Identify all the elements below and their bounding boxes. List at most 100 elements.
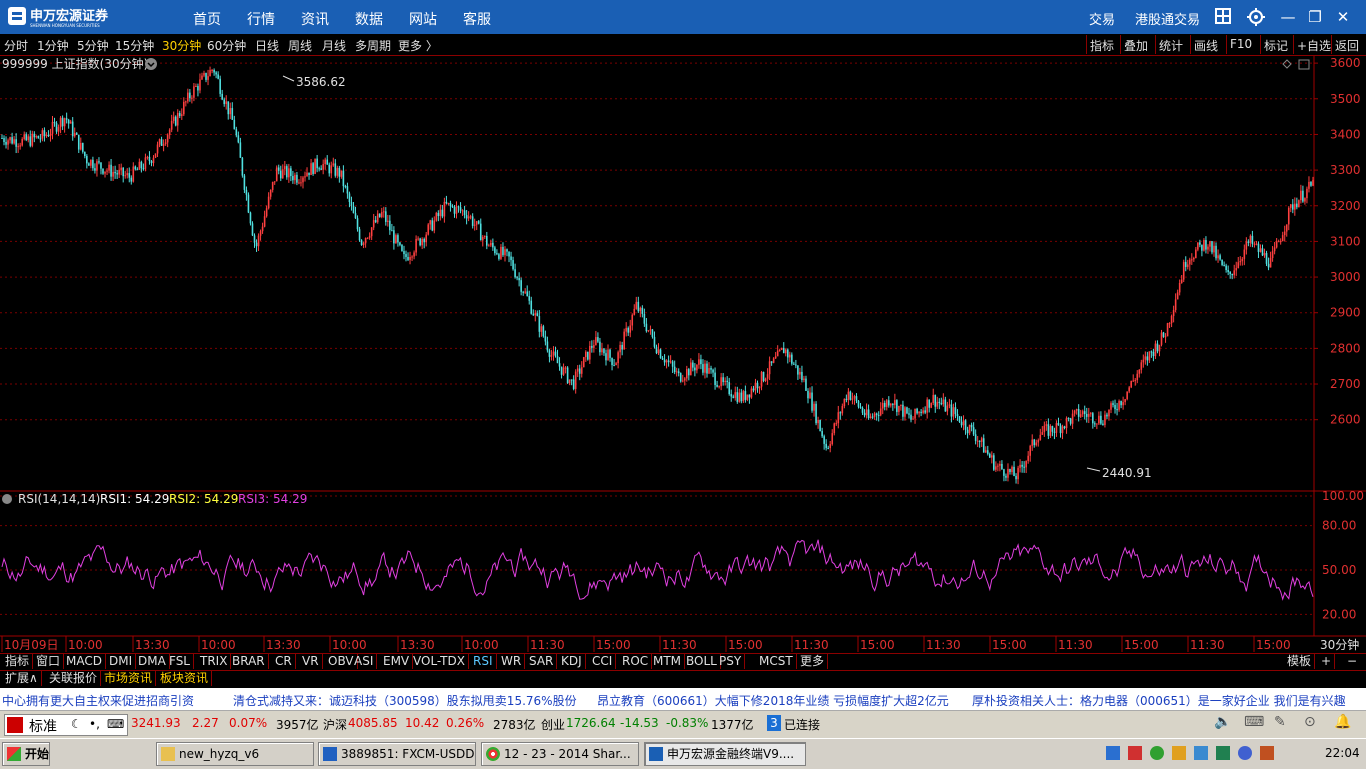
start-button[interactable]: 开始 [2,742,50,766]
candle-body [514,269,516,278]
tray-app-icons[interactable] [1106,746,1274,760]
indicator-tab[interactable]: MACD [63,653,106,669]
tool-button[interactable]: 画线 [1194,37,1218,54]
tool-button[interactable]: 指标 [1090,37,1114,54]
candle-body [116,173,118,175]
period-tab[interactable]: 更多 〉 [398,37,438,54]
extension-tab[interactable]: 板块资讯 [157,670,213,686]
period-tab[interactable]: 1分钟 [37,37,69,54]
indicator-tab[interactable]: EMV [380,653,414,669]
speaker-icon[interactable]: 🔈 [1214,714,1231,730]
indicator-tab[interactable]: CR [272,653,296,669]
task-browser[interactable]: 12 - 23 - 2014 Shar... [481,742,639,766]
indicator-tab[interactable]: RSI [470,653,497,669]
indicator-tab[interactable]: BRAR [229,653,269,669]
indicator-tab[interactable]: MCST [756,653,797,669]
period-tab[interactable]: 日线 [255,37,279,54]
time-tick-label: 15:00 [860,638,895,652]
mode-box[interactable]: 标准 ☾ •, ⌨ [4,714,128,736]
indicator-tab[interactable]: SAR [526,653,558,669]
chart-area[interactable]: 3600 3500 3400 3300 3200 3100 3000 2900 2800 2700… [0,56,1366,653]
indicator-tab[interactable]: 更多 [797,653,829,669]
nav-news[interactable]: 资讯 [301,9,329,29]
candle-body [508,251,510,257]
nav-data[interactable]: 数据 [355,9,383,29]
indicator-tab[interactable]: ASI [351,653,378,669]
news-item[interactable]: 昂立教育（600661）大幅下修2018年业绩 亏损幅度扩大超2亿元 [597,692,949,709]
rsi-menu-icon[interactable] [2,494,12,504]
period-tab[interactable]: 分时 [4,37,28,54]
tool-button[interactable]: +自选 [1297,37,1331,54]
period-tab[interactable]: 30分钟 [162,37,201,54]
maximize-button[interactable]: ❐ [1305,7,1325,27]
extension-tab[interactable]: 市场资讯 [101,670,157,686]
close-button[interactable]: ✕ [1333,7,1353,27]
news-item[interactable]: 厚朴投资相关人士：格力电器（000651）是一家好企业 我们是有兴趣 [972,692,1346,709]
indicator-tab[interactable]: ROC [619,653,653,669]
period-tab[interactable]: 周线 [288,37,312,54]
period-tab[interactable]: 多周期 [355,37,391,54]
remove-pane-button[interactable]: − [1344,653,1360,669]
indicator-tab[interactable]: TRIX [197,653,232,669]
indicator-tab[interactable]: DMI [106,653,137,669]
candle-body [552,351,555,356]
layout-button[interactable] [1213,7,1233,27]
period-tab[interactable]: 月线 [322,37,346,54]
candle-body [148,156,151,162]
bell-icon[interactable]: 🔔 [1334,714,1351,730]
diamond-icon[interactable] [1282,59,1292,69]
indicator-tab[interactable]: MTM [650,653,686,669]
add-pane-button[interactable]: + [1318,653,1336,669]
indicator-tab[interactable]: WR [498,653,526,669]
task-folder[interactable]: new_hyzq_v6 [156,742,314,766]
lock-icon[interactable]: ⊙ [1304,714,1316,730]
indicator-tab[interactable]: KDJ [558,653,586,669]
candle-body [1055,423,1058,433]
task-terminal[interactable]: 申万宏源金融终端V9.... [644,742,806,766]
extension-tab[interactable]: 关联报价 [46,670,102,686]
candle-body [554,351,557,357]
task-fxcm[interactable]: 3889851: FXCM-USDDe... [318,742,476,766]
period-tab[interactable]: 60分钟 [207,37,246,54]
indicator-tab[interactable]: VOL-TDX [410,653,469,669]
template-button[interactable]: 模板 [1284,653,1316,669]
tool-button[interactable]: 返回 [1335,37,1359,54]
tool-button[interactable]: 标记 [1264,37,1288,54]
news-item[interactable]: 中心拥有更大自主权来促进招商引资 [2,692,194,709]
stock-menu-icon[interactable] [145,58,157,70]
candle-body [566,367,569,383]
keyboard-status-icon[interactable]: ⌨ [1244,714,1264,730]
tool-button[interactable]: 叠加 [1124,37,1148,54]
period-tab[interactable]: 15分钟 [115,37,154,54]
indicator-tab[interactable]: 窗口 [33,653,65,669]
indicator-tab[interactable]: 指标 [2,653,34,669]
indicator-tab[interactable]: PSY [716,653,746,669]
brand-logo[interactable]: 申万宏源证券 SHENWAN HONGYUAN SECURITIES [8,6,126,28]
indicator-tab[interactable]: DMA [135,653,170,669]
nav-service[interactable]: 客服 [463,9,491,29]
candle-body [1178,283,1181,293]
edit-icon[interactable]: ✎ [1274,714,1286,730]
indicator-tab[interactable]: CCI [589,653,617,669]
trade-link[interactable]: 交易 [1089,9,1115,28]
candle-body [201,75,203,80]
nav-website[interactable]: 网站 [409,9,437,29]
panel-icon[interactable] [1298,59,1310,70]
price-tick-label: 3500 [1330,92,1361,106]
hk-trade-link[interactable]: 港股通交易 [1135,9,1200,28]
indicator-tab[interactable]: FSL [166,653,194,669]
candle-body [1130,380,1132,388]
tool-button[interactable]: 统计 [1159,37,1183,54]
candle-body [118,169,120,175]
news-item[interactable]: 清仓式减持又来：诚迈科技（300598）股东拟甩卖15.76%股份 [233,692,577,709]
period-tab[interactable]: 5分钟 [77,37,109,54]
nav-quotes[interactable]: 行情 [247,9,275,29]
nav-home[interactable]: 首页 [193,9,221,29]
tool-button[interactable]: F10 [1230,37,1252,51]
extension-tab[interactable]: 扩展∧ [2,670,42,686]
candle-body [750,388,753,398]
minimize-button[interactable]: — [1278,7,1298,27]
settings-button[interactable] [1246,7,1266,27]
candle-body [1306,188,1308,199]
indicator-tab[interactable]: VR [299,653,323,669]
